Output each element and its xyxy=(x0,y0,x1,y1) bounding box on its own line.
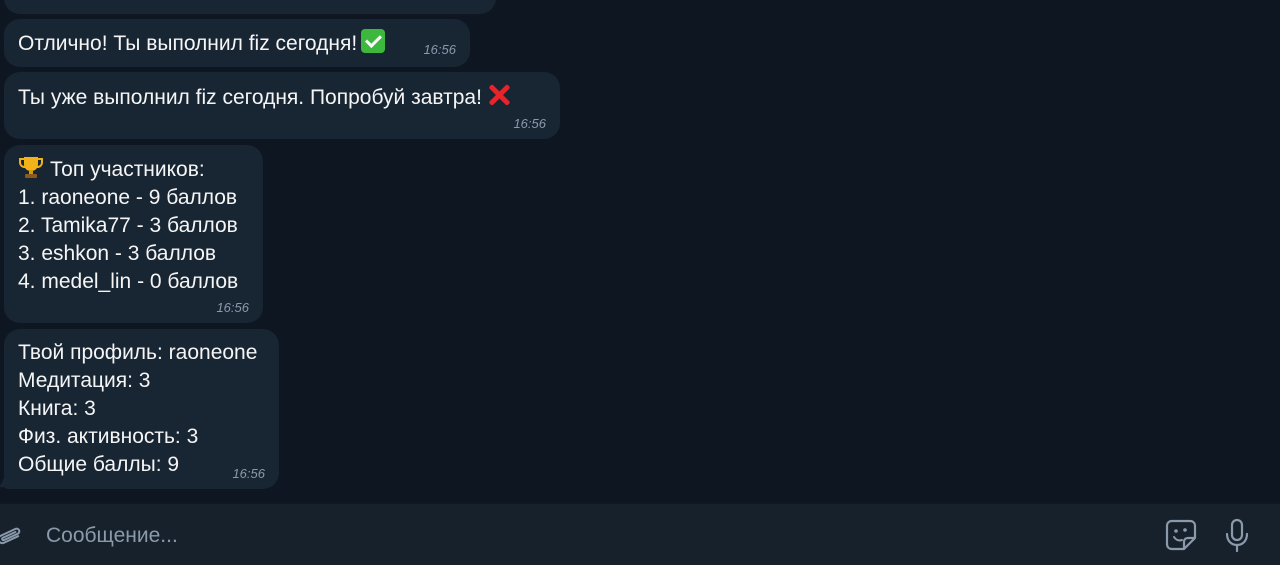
message-bubble-partial xyxy=(4,0,496,14)
message-bubble-profile: Твой профиль: raoneone Медитация: 3 Книг… xyxy=(4,329,279,489)
message-input[interactable] xyxy=(46,522,1146,550)
paperclip-icon[interactable] xyxy=(0,520,24,550)
profile-row: Общие баллы: 9 xyxy=(18,453,180,476)
profile-row: Медитация: 3 xyxy=(18,369,151,392)
message-text: Отлично! Ты выполнил fiz сегодня! xyxy=(18,29,456,58)
message-text-content: Отлично! Ты выполнил fiz сегодня! xyxy=(18,32,358,55)
profile-row: Книга: 3 xyxy=(18,397,96,420)
leaderboard-row: 1. raoneone - 9 баллов xyxy=(18,186,238,209)
bubble-tail xyxy=(0,478,6,488)
leaderboard-title-text: Топ участников: xyxy=(50,158,205,181)
cross-mark-icon xyxy=(486,82,512,108)
message-time: 16:56 xyxy=(232,466,265,481)
check-mark-button-icon xyxy=(361,29,386,53)
leaderboard-row: 4. medel_lin - 0 баллов xyxy=(18,270,239,293)
message-bubble: Отлично! Ты выполнил fiz сегодня! 16:56 xyxy=(4,19,470,67)
message-time: 16:56 xyxy=(513,116,546,131)
leaderboard-title: Топ участников: xyxy=(18,155,249,184)
sticker-icon[interactable] xyxy=(1164,518,1198,552)
chat-history[interactable]: Отлично! Ты выполнил fiz сегодня! 16:56 … xyxy=(0,0,1280,503)
leaderboard-row: 2. Tamika77 - 3 баллов xyxy=(18,214,238,237)
profile-row: Физ. активность: 3 xyxy=(18,425,199,448)
profile-row: Твой профиль: raoneone xyxy=(18,341,258,364)
trophy-icon xyxy=(19,157,43,178)
message-time: 16:56 xyxy=(423,42,456,57)
message-time: 16:56 xyxy=(216,300,249,315)
message-text: Ты уже выполнил fiz сегодня. Попробуй за… xyxy=(18,82,546,112)
message-composer xyxy=(0,503,1280,565)
message-bubble: Ты уже выполнил fiz сегодня. Попробуй за… xyxy=(4,72,560,139)
message-text-content: Ты уже выполнил fiz сегодня. Попробуй за… xyxy=(18,86,482,109)
microphone-icon[interactable] xyxy=(1222,518,1252,554)
leaderboard-row: 3. eshkon - 3 баллов xyxy=(18,242,217,265)
message-bubble-leaderboard: Топ участников: 1. raoneone - 9 баллов 2… xyxy=(4,145,263,323)
